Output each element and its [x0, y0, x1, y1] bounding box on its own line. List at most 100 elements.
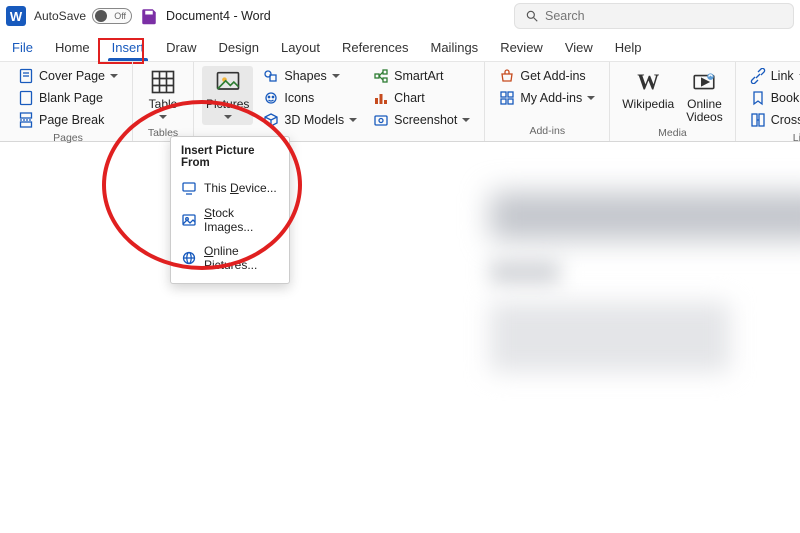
group-addins-label: Add-ins [493, 123, 601, 141]
tab-references[interactable]: References [340, 36, 410, 61]
smartart-icon [373, 68, 389, 84]
autosave-label: AutoSave [34, 9, 86, 23]
chevron-down-icon [332, 72, 340, 80]
table-label: Table [149, 97, 178, 111]
cover-page-button[interactable]: Cover Page [12, 66, 124, 86]
table-button[interactable]: Table [141, 66, 185, 125]
title-bar: W AutoSave Off Document4 - Word [0, 0, 800, 32]
group-illustrations: Pictures Shapes Icons 3D Models SmartArt… [194, 62, 484, 141]
my-addins-label: My Add-ins [520, 91, 582, 105]
chevron-down-icon [462, 116, 470, 124]
link-icon [750, 68, 766, 84]
save-icon[interactable] [140, 7, 158, 25]
pictures-label: Pictures [206, 97, 249, 111]
tab-home[interactable]: Home [53, 36, 92, 61]
chevron-down-icon [349, 116, 357, 124]
table-icon [149, 68, 177, 96]
tab-review[interactable]: Review [498, 36, 545, 61]
dropdown-item-label: Online Pictures... [204, 244, 279, 272]
online-pictures-icon [181, 250, 197, 266]
chevron-down-icon [110, 72, 118, 80]
bookmark-icon [750, 90, 766, 106]
group-media-label: Media [618, 125, 727, 143]
group-media: W Wikipedia Online Videos Media [610, 62, 736, 141]
wikipedia-icon: W [634, 68, 662, 96]
word-app-icon: W [6, 6, 26, 26]
shapes-icon [263, 68, 279, 84]
pictures-button[interactable]: Pictures [202, 66, 253, 125]
dropdown-this-device[interactable]: This Device... [171, 175, 289, 201]
tab-file[interactable]: File [10, 36, 35, 61]
document-title: Document4 - Word [166, 9, 271, 23]
shapes-label: Shapes [284, 69, 326, 83]
bookmark-label: Bookmark [771, 91, 800, 105]
wikipedia-button[interactable]: W Wikipedia [618, 66, 678, 113]
autosave-state: Off [114, 11, 129, 21]
dropdown-online-pictures[interactable]: Online Pictures... [171, 239, 289, 277]
link-label: Link [771, 69, 794, 83]
online-videos-button[interactable]: Online Videos [682, 66, 726, 125]
document-canvas[interactable] [290, 142, 800, 533]
screenshot-label: Screenshot [394, 113, 457, 127]
bookmark-button[interactable]: Bookmark [744, 88, 800, 108]
ribbon: Cover Page Blank Page Page Break Pages T… [0, 62, 800, 142]
insert-picture-dropdown: Insert Picture From This Device... Stock… [170, 136, 290, 284]
autosave-toggle[interactable]: Off [92, 8, 132, 24]
tab-insert[interactable]: Insert [110, 36, 147, 61]
tab-help[interactable]: Help [613, 36, 644, 61]
chevron-down-icon [224, 113, 232, 121]
search-box[interactable] [514, 3, 794, 29]
search-input[interactable] [545, 9, 783, 23]
tab-layout[interactable]: Layout [279, 36, 322, 61]
stock-images-icon [181, 212, 197, 228]
link-button[interactable]: Link [744, 66, 800, 86]
search-wrap [514, 3, 794, 29]
chart-button[interactable]: Chart [367, 88, 476, 108]
autosave-group: AutoSave Off [34, 8, 132, 24]
screenshot-icon [373, 112, 389, 128]
xref-label: Cross-reference [771, 113, 800, 127]
cross-reference-button[interactable]: Cross-reference [744, 110, 800, 130]
3d-models-label: 3D Models [284, 113, 344, 127]
dropdown-item-label: This Device... [204, 181, 277, 195]
my-addins-button[interactable]: My Add-ins [493, 88, 601, 108]
blurred-text [490, 260, 560, 284]
tab-draw[interactable]: Draw [164, 36, 198, 61]
tab-design[interactable]: Design [217, 36, 261, 61]
blurred-heading [490, 192, 800, 240]
chevron-down-icon [159, 113, 167, 121]
blank-page-icon [18, 90, 34, 106]
chart-label: Chart [394, 91, 425, 105]
toggle-knob-icon [95, 10, 107, 22]
icons-button[interactable]: Icons [257, 88, 363, 108]
blank-page-button[interactable]: Blank Page [12, 88, 124, 108]
page-break-icon [18, 112, 34, 128]
page-break-button[interactable]: Page Break [12, 110, 124, 130]
screenshot-button[interactable]: Screenshot [367, 110, 476, 130]
dropdown-title: Insert Picture From [171, 143, 289, 175]
page-break-label: Page Break [39, 113, 104, 127]
cover-page-label: Cover Page [39, 69, 105, 83]
blurred-text [490, 302, 730, 372]
smartart-button[interactable]: SmartArt [367, 66, 476, 86]
tab-view[interactable]: View [563, 36, 595, 61]
group-addins: Get Add-ins My Add-ins Add-ins [484, 62, 610, 141]
blank-page-label: Blank Page [39, 91, 103, 105]
cover-page-icon [18, 68, 34, 84]
dropdown-item-label: Stock Images... [204, 206, 279, 234]
device-icon [181, 180, 197, 196]
get-addins-label: Get Add-ins [520, 69, 585, 83]
get-addins-button[interactable]: Get Add-ins [493, 66, 601, 86]
group-tables: Table Tables [133, 62, 194, 141]
3d-models-button[interactable]: 3D Models [257, 110, 363, 130]
cube-icon [263, 112, 279, 128]
shapes-button[interactable]: Shapes [257, 66, 363, 86]
video-icon [690, 68, 718, 96]
pictures-icon [214, 68, 242, 96]
online-videos-label: Online Videos [686, 98, 722, 123]
icons-icon [263, 90, 279, 106]
group-pages: Cover Page Blank Page Page Break Pages [4, 62, 133, 141]
icons-label: Icons [284, 91, 314, 105]
dropdown-stock-images[interactable]: Stock Images... [171, 201, 289, 239]
tab-mailings[interactable]: Mailings [429, 36, 481, 61]
